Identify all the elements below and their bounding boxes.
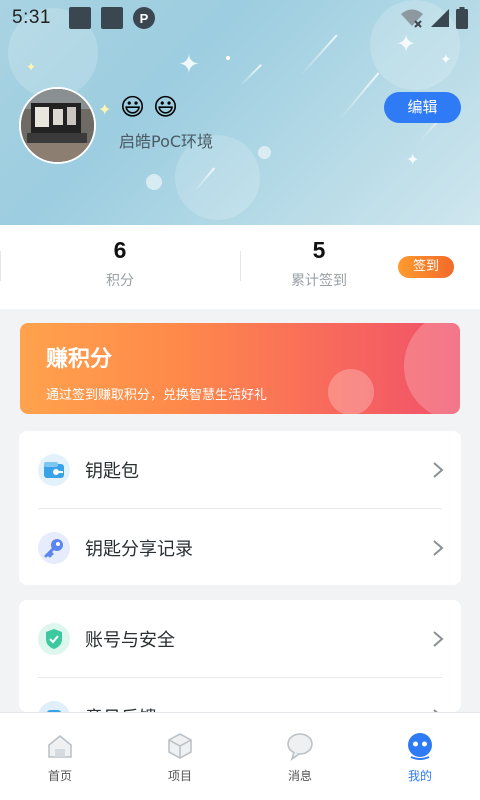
menu-card-account: 账号与安全 意见反馈: [19, 600, 461, 712]
banner-title: 赚积分: [46, 347, 113, 372]
menu-item-label: 意见反馈: [85, 704, 157, 712]
home-icon: [48, 735, 72, 758]
notification-app-icon: [68, 7, 91, 29]
tab-label: 消息: [287, 769, 312, 783]
status-bar: 5:31 P: [0, 0, 480, 36]
checkins-label: 累计签到: [291, 273, 347, 289]
chevron-right-icon: [433, 631, 444, 647]
menu-item-key-share-records[interactable]: 钥匙分享记录: [19, 509, 461, 585]
profile-header: ✦ ✦ ✦ ✦ ✦ ✦ 5:31 P 😃 😃 启皓PoC环境 编辑: [0, 0, 480, 225]
checkins-stat[interactable]: 5 累计签到: [249, 237, 389, 290]
chevron-right-icon: [433, 540, 444, 556]
tab-home[interactable]: 首页: [20, 731, 100, 784]
tab-projects[interactable]: 项目: [140, 731, 220, 784]
decorative-circle: [404, 323, 460, 414]
feedback-icon: [38, 701, 70, 712]
points-value: 6: [113, 237, 127, 263]
divider: [240, 251, 241, 281]
points-stat[interactable]: 6 积分: [50, 237, 190, 290]
decorative-circle: [328, 369, 374, 414]
nickname-emoji: 😃: [120, 93, 146, 121]
banner-subtitle: 通过签到赚取积分，兑换智慧生活好礼: [46, 388, 268, 403]
earn-points-banner[interactable]: 赚积分 通过签到赚取积分，兑换智慧生活好礼: [20, 323, 460, 414]
shield-icon: [38, 623, 70, 655]
checkin-button[interactable]: 签到: [398, 256, 454, 278]
menu-item-feedback[interactable]: 意见反馈: [19, 678, 461, 712]
status-time: 5:31: [12, 7, 51, 28]
cube-icon: [168, 733, 192, 759]
checkins-value: 5: [312, 237, 326, 263]
edit-profile-button[interactable]: 编辑: [384, 92, 461, 123]
chat-bubble-icon: [287, 733, 313, 761]
notification-app-icon: [100, 7, 123, 29]
points-label: 积分: [106, 273, 134, 289]
menu-card-keys: 钥匙包 钥匙分享记录: [19, 431, 461, 585]
divider: [0, 251, 1, 281]
tab-label: 首页: [47, 769, 72, 783]
wifi-off-icon: [401, 9, 423, 28]
menu-item-label: 钥匙分享记录: [85, 539, 193, 560]
menu-item-label: 钥匙包: [85, 461, 139, 482]
battery-icon: [456, 7, 468, 29]
tab-label: 我的: [407, 769, 432, 783]
signal-icon: [431, 9, 449, 27]
notification-badge-icon: P: [132, 7, 155, 29]
menu-item-label: 账号与安全: [85, 630, 175, 651]
nickname-emoji: 😃: [153, 93, 179, 121]
tab-messages[interactable]: 消息: [260, 731, 340, 784]
tab-mine[interactable]: 我的: [380, 731, 460, 784]
avatar-photo: [21, 89, 94, 162]
avatar[interactable]: [19, 87, 96, 164]
menu-item-key-wallet[interactable]: 钥匙包: [19, 431, 461, 509]
nickname: 启皓PoC环境: [119, 132, 214, 151]
key-icon: [38, 532, 70, 564]
key-wallet-icon: [38, 454, 70, 486]
tab-label: 项目: [167, 769, 192, 783]
bottom-tab-bar: 首页 项目 消息 我的: [0, 712, 480, 800]
profile-face-icon: [408, 733, 432, 760]
menu-item-account-security[interactable]: 账号与安全: [19, 600, 461, 678]
chevron-right-icon: [433, 462, 444, 478]
